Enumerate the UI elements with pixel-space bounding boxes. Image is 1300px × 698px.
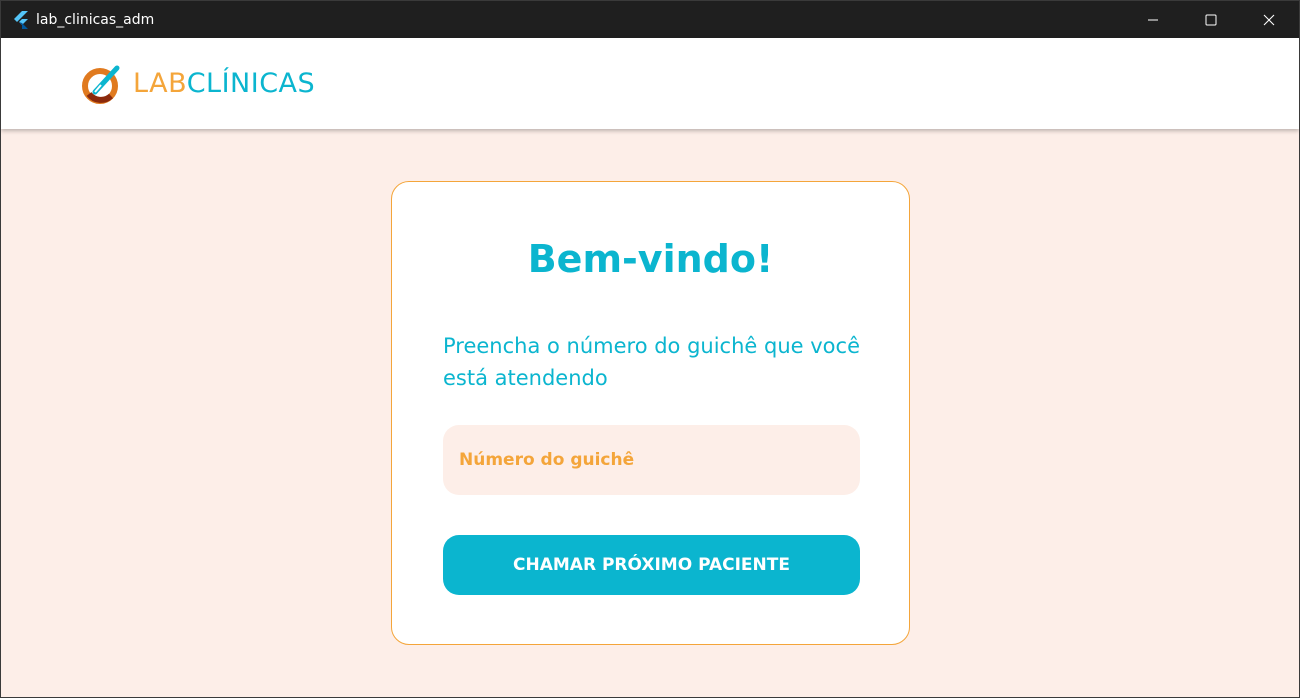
title-bar: lab_clinicas_adm — [1, 1, 1299, 38]
counter-number-field[interactable] — [443, 425, 860, 495]
logo: LABCLÍNICAS — [81, 64, 315, 104]
close-icon — [1263, 14, 1275, 25]
window-title: lab_clinicas_adm — [36, 12, 155, 28]
card-subtitle: Preencha o número do guichê que você est… — [443, 334, 860, 390]
minimize-button[interactable] — [1124, 1, 1182, 38]
close-button[interactable] — [1240, 1, 1298, 38]
labclinicas-logo-icon — [82, 65, 120, 104]
logo-text-clinicas: CLÍNICAS — [186, 68, 316, 99]
app-window: lab_clinicas_adm LABCLÍNICAS Bem-vindo! … — [0, 0, 1300, 698]
maximize-icon — [1205, 14, 1217, 25]
login-card: Bem-vindo! Preencha o número do guichê q… — [391, 181, 910, 645]
flutter-icon — [14, 11, 28, 29]
app-header: LABCLÍNICAS — [1, 38, 1299, 129]
logo-text: LABCLÍNICAS — [133, 64, 315, 104]
logo-text-lab: LAB — [133, 68, 187, 99]
counter-number-input[interactable] — [443, 425, 860, 495]
card-title: Bem-vindo! — [527, 237, 774, 281]
minimize-icon — [1148, 19, 1158, 20]
maximize-button[interactable] — [1182, 1, 1240, 38]
call-next-patient-button[interactable]: CHAMAR PRÓXIMO PACIENTE — [443, 535, 860, 595]
